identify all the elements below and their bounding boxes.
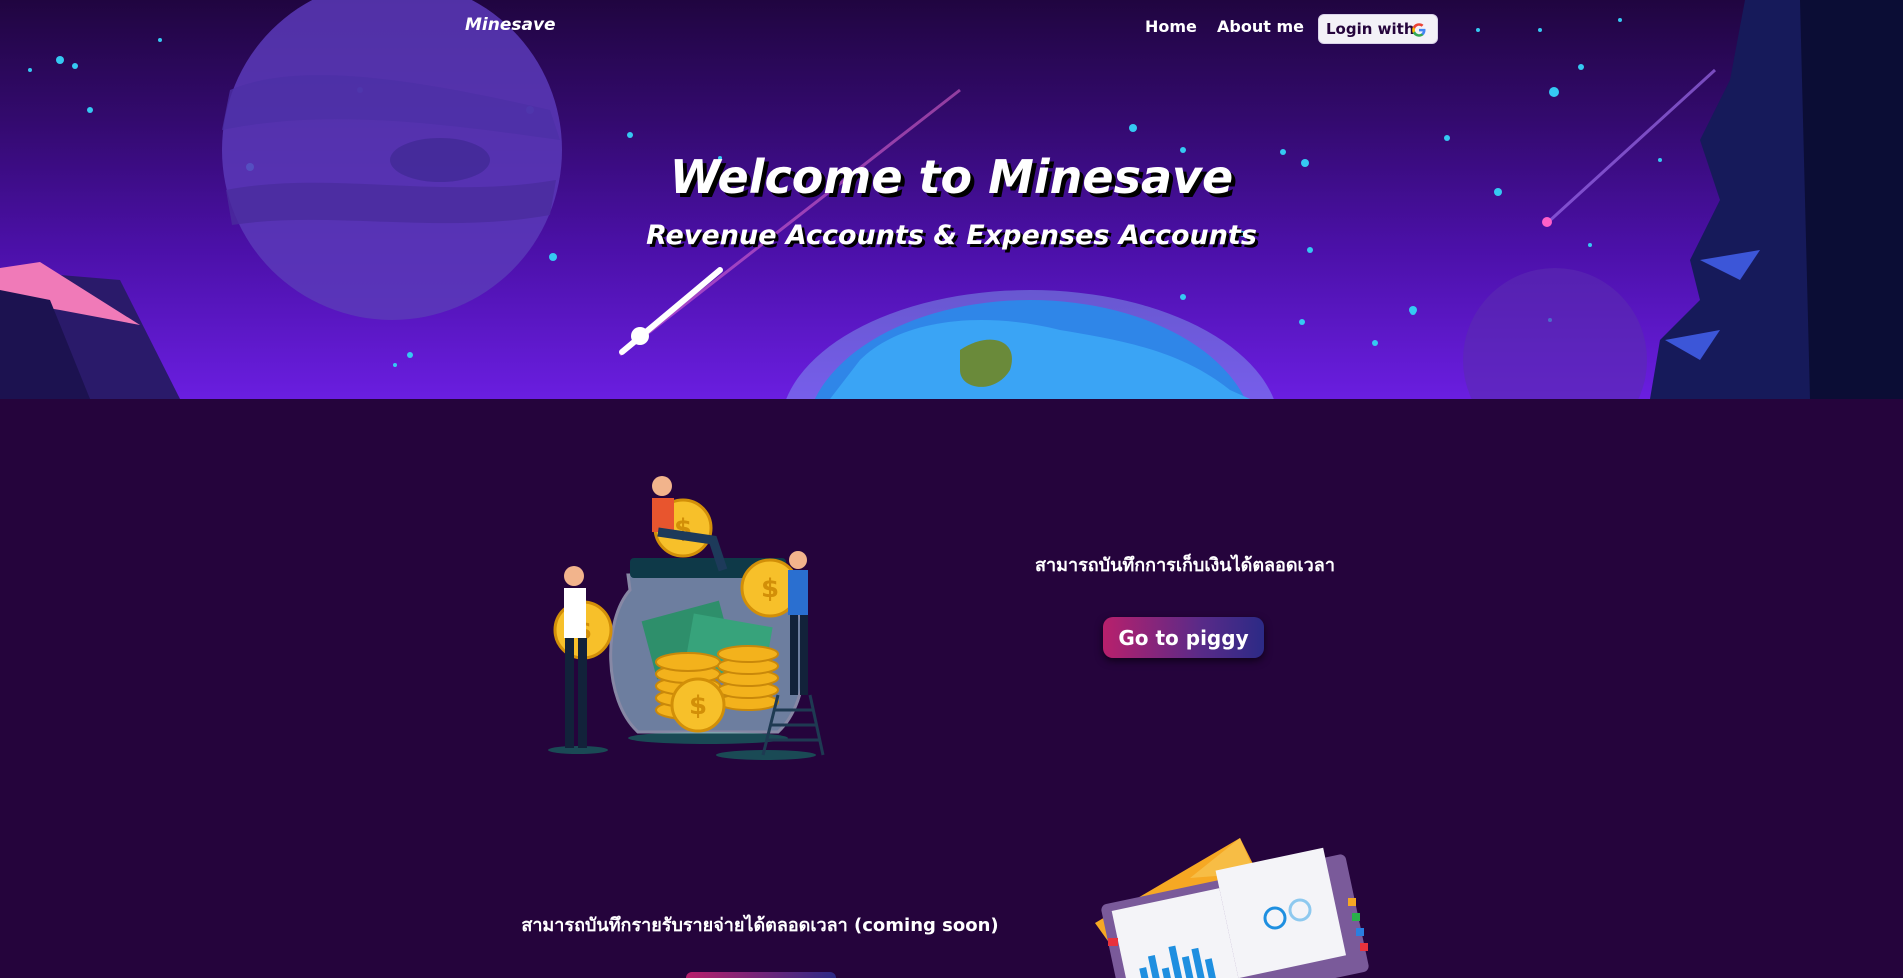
hero-title: Welcome to Minesave	[669, 150, 1234, 204]
svg-text:$: $	[689, 691, 707, 721]
login-with-google-button[interactable]: Login with	[1318, 14, 1438, 44]
savings-jar-illustration: $$ $$	[548, 476, 825, 760]
hero-subtitle: Revenue Accounts & Expenses Accounts	[646, 220, 1257, 251]
notebook-chart-illustration	[1095, 838, 1369, 978]
savings-description: สามารถบันทึกการเก็บเงินได้ตลอดเวลา	[1035, 555, 1335, 576]
hero-banner: Minesave Home About me Login with Welcom…	[0, 0, 1903, 399]
section2-button[interactable]	[686, 972, 836, 978]
go-to-piggy-button[interactable]: Go to piggy	[1103, 617, 1264, 658]
nav-link-home[interactable]: Home	[1145, 17, 1197, 36]
income-expense-description: สามารถบันทึกรายรับรายจ่ายได้ตลอดเวลา (co…	[521, 915, 999, 936]
nav-link-about[interactable]: About me	[1217, 17, 1304, 36]
google-icon	[1412, 23, 1426, 37]
login-label: Login with	[1326, 20, 1415, 38]
svg-text:$: $	[761, 574, 779, 604]
brand-logo[interactable]: Minesave	[465, 15, 556, 35]
top-navbar: Minesave Home About me Login with	[0, 0, 1903, 56]
